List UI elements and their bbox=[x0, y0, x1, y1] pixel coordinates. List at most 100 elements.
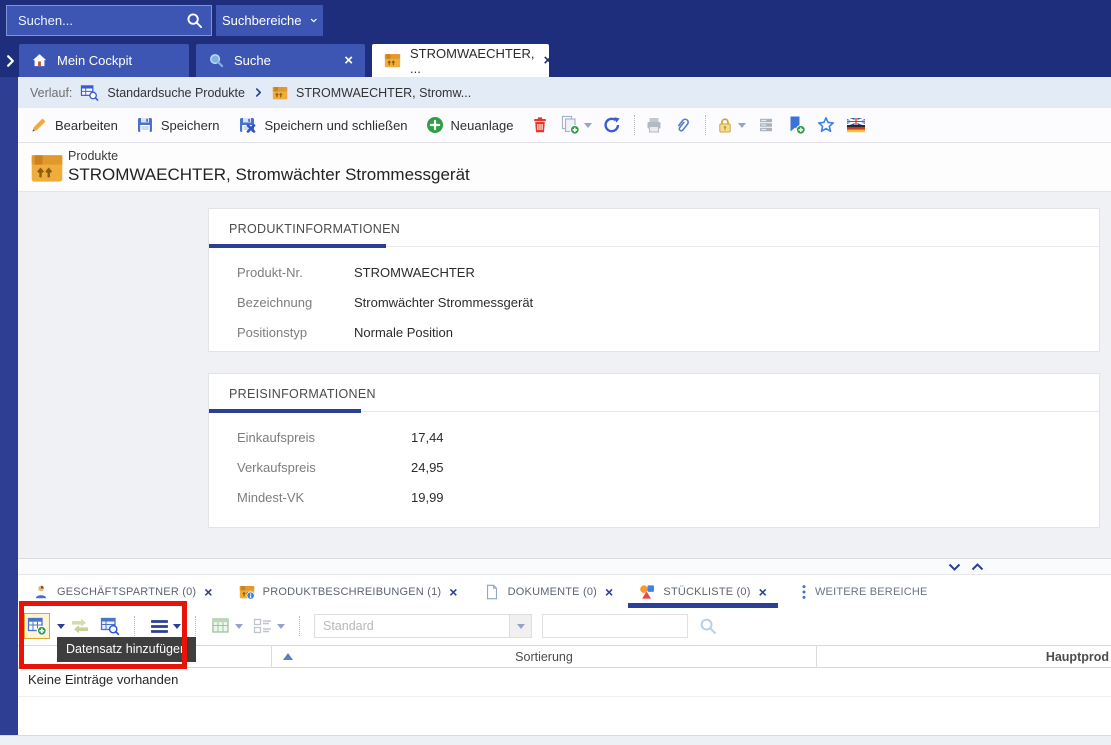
home-icon bbox=[31, 52, 48, 69]
dropdown-caret-icon[interactable] bbox=[584, 123, 592, 132]
sort-ascending-icon bbox=[283, 653, 293, 660]
field-label: Positionstyp bbox=[237, 325, 354, 340]
tab-dokumente[interactable]: DOKUMENTE (0) × bbox=[471, 575, 627, 608]
tab-mein-cockpit[interactable]: Mein Cockpit bbox=[19, 44, 189, 77]
field-value: 24,95 bbox=[411, 460, 444, 475]
print-button[interactable] bbox=[645, 116, 663, 134]
language-toggle-button[interactable] bbox=[846, 117, 866, 133]
menu-button[interactable] bbox=[150, 619, 181, 634]
refresh-button[interactable] bbox=[603, 116, 621, 134]
favorite-button[interactable] bbox=[817, 116, 835, 134]
search-icon[interactable] bbox=[186, 12, 203, 29]
field-row: Produkt-Nr. STROMWAECHTER bbox=[209, 257, 1099, 287]
table-view-button[interactable] bbox=[211, 616, 243, 636]
top-navigation-bar: Suchbereiche Mein Cockpit Suche × STROMW… bbox=[0, 0, 1111, 77]
save-close-icon bbox=[237, 115, 257, 135]
breadcrumb-item-search[interactable]: Standardsuche Produkte bbox=[107, 86, 245, 100]
dropdown-caret-icon[interactable] bbox=[277, 624, 285, 633]
tooltip: Datensatz hinzufügen bbox=[57, 637, 196, 662]
tab-produktbeschreibungen[interactable]: PRODUKTBESCHREIBUNGEN (1) × bbox=[226, 575, 471, 608]
row-divider bbox=[18, 696, 1111, 697]
tab-stromwaechter[interactable]: STROMWAECHTER, ... × bbox=[372, 44, 549, 77]
quick-search-input[interactable] bbox=[542, 614, 688, 638]
lock-icon bbox=[716, 116, 734, 134]
save-button[interactable]: Speichern bbox=[136, 116, 220, 134]
panel-splitter[interactable] bbox=[18, 558, 1111, 575]
chevron-down-icon bbox=[310, 14, 318, 27]
breadcrumb-item-record[interactable]: STROMWAECHTER, Stromw... bbox=[296, 86, 471, 100]
expand-up-icon[interactable] bbox=[971, 563, 984, 571]
add-record-button[interactable] bbox=[24, 613, 50, 639]
search-icon[interactable] bbox=[699, 617, 717, 635]
attachment-button[interactable] bbox=[674, 116, 692, 134]
collapse-down-icon[interactable] bbox=[948, 563, 961, 571]
dropdown-caret-icon[interactable] bbox=[173, 624, 181, 633]
toolbar-separator bbox=[299, 616, 301, 636]
field-label: Mindest-VK bbox=[237, 490, 411, 505]
bookmark-add-icon bbox=[786, 115, 806, 135]
plus-circle-icon bbox=[426, 116, 444, 134]
edit-button[interactable]: Bearbeiten bbox=[30, 116, 118, 134]
record-toolbar: Bearbeiten Speichern Speichern und schli… bbox=[18, 108, 1111, 143]
card-title: PREISINFORMATIONEN bbox=[229, 387, 376, 401]
tab-suche[interactable]: Suche × bbox=[196, 44, 365, 77]
tab-strip: Mein Cockpit Suche × STROMWAECHTER, ... … bbox=[0, 44, 1111, 77]
close-icon[interactable]: × bbox=[449, 585, 457, 599]
search-icon bbox=[208, 52, 225, 69]
tab-geschaeftspartner[interactable]: GESCHÄFTSPARTNER (0) × bbox=[20, 575, 226, 608]
panel-tab-label: WEITERE BEREICHE bbox=[815, 586, 928, 598]
empty-table-message: Keine Einträge vorhanden bbox=[28, 672, 178, 687]
table-search-icon bbox=[100, 616, 120, 636]
delete-button[interactable] bbox=[531, 116, 549, 134]
field-row: Positionstyp Normale Position bbox=[209, 317, 1099, 347]
panel-tab-label: DOKUMENTE (0) bbox=[508, 586, 597, 598]
view-filter bbox=[314, 614, 532, 638]
main-content: PRODUKTINFORMATIONEN Produkt-Nr. STROMWA… bbox=[18, 192, 1111, 558]
card-produktinformationen: PRODUKTINFORMATIONEN Produkt-Nr. STROMWA… bbox=[208, 208, 1100, 352]
dropdown-caret-icon[interactable] bbox=[235, 624, 243, 633]
view-filter-input[interactable] bbox=[314, 614, 510, 638]
close-icon[interactable]: × bbox=[204, 585, 212, 599]
table-header-cell-hauptprodukt[interactable]: Hauptprod bbox=[817, 646, 1111, 667]
toolbar-separator bbox=[195, 616, 197, 636]
dropdown-caret-icon[interactable] bbox=[57, 624, 65, 633]
search-areas-button[interactable]: Suchbereiche bbox=[216, 5, 323, 36]
save-and-close-button[interactable]: Speichern und schließen bbox=[237, 115, 407, 135]
language-flags-icon bbox=[846, 117, 866, 133]
copy-add-icon bbox=[560, 115, 580, 135]
copy-record-button[interactable] bbox=[560, 115, 592, 135]
new-record-label: Neuanlage bbox=[451, 118, 514, 133]
search-records-button[interactable] bbox=[100, 616, 120, 636]
close-icon[interactable]: × bbox=[759, 585, 767, 599]
close-icon[interactable]: × bbox=[543, 53, 552, 68]
field-label: Produkt-Nr. bbox=[237, 265, 354, 280]
panel-tab-label: STÜCKLISTE (0) bbox=[663, 586, 750, 598]
transfer-records-button[interactable] bbox=[70, 618, 90, 634]
field-value: STROMWAECHTER bbox=[354, 265, 475, 280]
product-info-icon bbox=[239, 584, 255, 600]
more-areas-button[interactable]: WEITERE BEREICHE bbox=[788, 575, 941, 608]
lock-button[interactable] bbox=[716, 116, 746, 134]
global-search-input[interactable] bbox=[7, 13, 186, 28]
save-label: Speichern bbox=[161, 118, 220, 133]
new-record-button[interactable]: Neuanlage bbox=[426, 116, 514, 134]
application-window: Suchbereiche Mein Cockpit Suche × STROMW… bbox=[0, 0, 1111, 745]
column-label: Sortierung bbox=[515, 650, 573, 664]
dropdown-caret-icon[interactable] bbox=[738, 123, 746, 132]
record-list-button[interactable] bbox=[757, 116, 775, 134]
field-row: Bezeichnung Stromwächter Strommessgerät bbox=[209, 287, 1099, 317]
list-layout-button[interactable] bbox=[253, 618, 285, 634]
card-title: PRODUKTINFORMATIONEN bbox=[229, 222, 400, 236]
table-header-cell-sortierung[interactable]: Sortierung bbox=[272, 646, 817, 667]
close-icon[interactable]: × bbox=[605, 585, 613, 599]
add-bookmark-button[interactable] bbox=[786, 115, 806, 135]
breadcrumb: Verlauf: Standardsuche Produkte STROMWAE… bbox=[18, 77, 1111, 108]
card-accent-bar bbox=[209, 244, 386, 248]
refresh-icon bbox=[603, 116, 621, 134]
search-areas-label: Suchbereiche bbox=[222, 13, 302, 28]
tab-label: Mein Cockpit bbox=[57, 53, 132, 68]
record-title: STROMWAECHTER, Stromwächter Strommessger… bbox=[68, 165, 470, 185]
tab-stueckliste[interactable]: STÜCKLISTE (0) × bbox=[626, 575, 780, 608]
close-icon[interactable]: × bbox=[344, 53, 353, 68]
view-filter-dropdown-button[interactable] bbox=[510, 614, 532, 638]
